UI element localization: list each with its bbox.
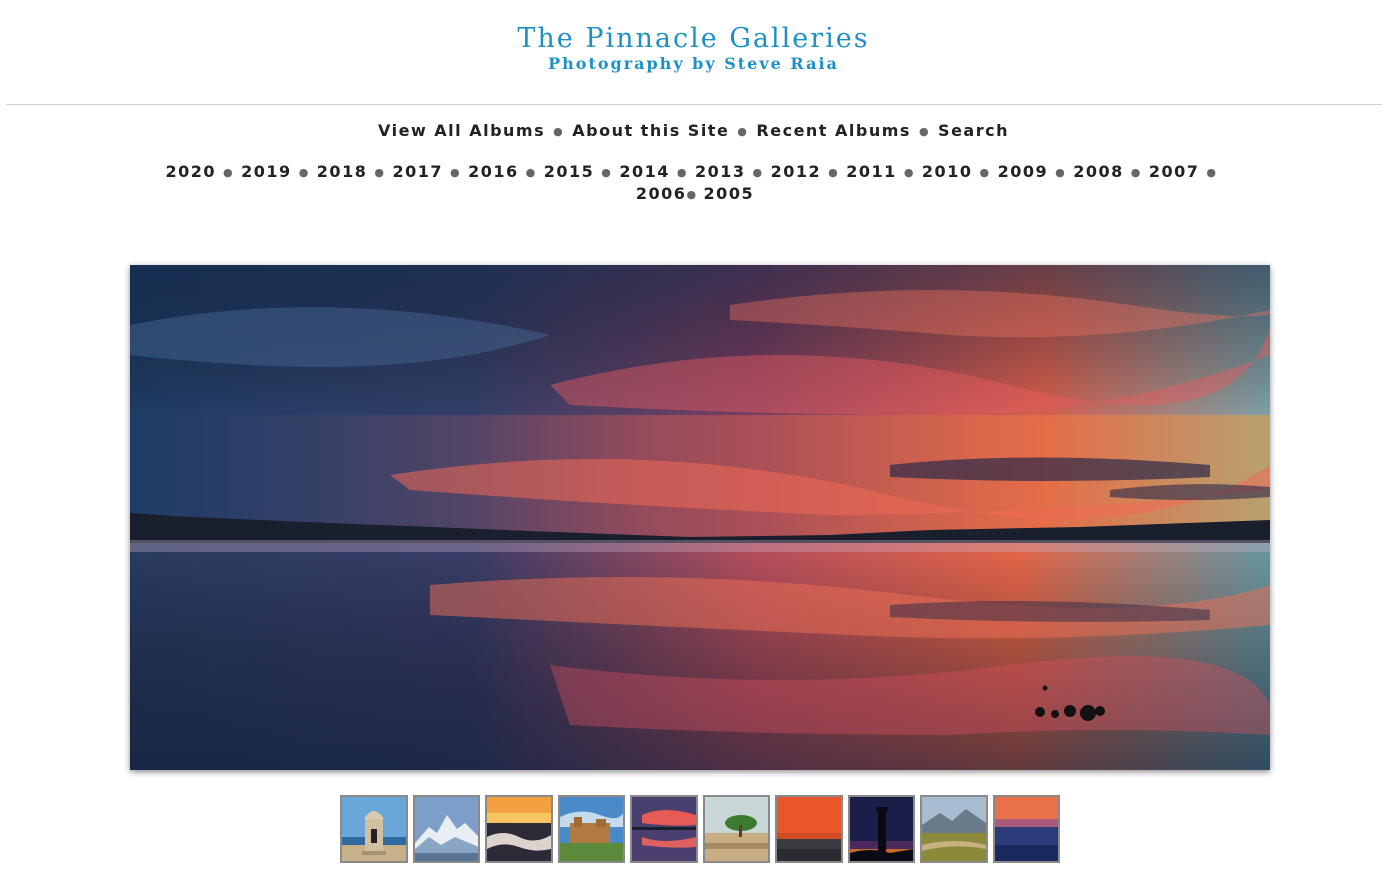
year-separator: ●	[903, 166, 915, 179]
year-link-2005[interactable]: 2005	[704, 184, 755, 203]
site-title[interactable]: The Pinnacle Galleries	[0, 24, 1387, 54]
castle-ruins-photo-icon	[559, 797, 624, 861]
year-link-2010[interactable]: 2010	[922, 162, 973, 181]
year-link-2020[interactable]: 2020	[166, 162, 217, 181]
thumbnail[interactable]	[920, 795, 988, 863]
year-link-2012[interactable]: 2012	[771, 162, 822, 181]
site-subtitle: Photography by Steve Raia	[548, 54, 839, 73]
nav-view-all-albums[interactable]: View All Albums	[378, 121, 545, 140]
year-nav: 2020 ● 2019 ● 2018 ● 2017 ● 2016 ● 2015 ● 2014 ● 2013 ●…	[150, 161, 1240, 205]
year-separator: ●	[298, 166, 310, 179]
sentry-box-photo-icon	[342, 797, 406, 861]
dusk-horizon-photo-icon	[994, 797, 1059, 861]
year-link-2013[interactable]: 2013	[695, 162, 746, 181]
main-nav: View All Albums ● About this Site ● Recent A…	[0, 121, 1387, 140]
year-separator: ●	[223, 166, 235, 179]
year-link-2016[interactable]: 2016	[468, 162, 519, 181]
year-link-2014[interactable]: 2014	[619, 162, 670, 181]
hero-image[interactable]	[130, 265, 1270, 770]
year-separator: ●	[686, 188, 698, 201]
nav-recent-albums[interactable]: Recent Albums	[756, 121, 911, 140]
nav-about-this-site[interactable]: About this Site	[572, 121, 729, 140]
thumbnail[interactable]	[557, 795, 625, 863]
thumbnail[interactable]	[340, 795, 408, 863]
sunset-lake-photo-icon	[130, 265, 1270, 770]
year-separator: ●	[1206, 166, 1218, 179]
orange-sunset-photo-icon	[777, 797, 841, 861]
year-link-2007[interactable]: 2007	[1149, 162, 1200, 181]
mountain-meadow-photo-icon	[922, 797, 986, 861]
thumbnail[interactable]	[847, 795, 915, 863]
nav-separator: ●	[737, 125, 749, 138]
thumbnail-strip	[340, 795, 1060, 863]
year-link-2017[interactable]: 2017	[392, 162, 443, 181]
header-divider	[6, 104, 1382, 105]
thumbnail[interactable]	[992, 795, 1060, 863]
year-separator: ●	[752, 166, 764, 179]
lighthouse-night-photo-icon	[849, 797, 914, 861]
beach-tree-photo-icon	[704, 797, 769, 861]
nav-separator: ●	[918, 125, 931, 138]
thumbnail[interactable]	[775, 795, 843, 863]
year-link-2011[interactable]: 2011	[846, 162, 897, 181]
year-separator: ●	[676, 166, 688, 179]
thumbnail[interactable]	[702, 795, 770, 863]
year-separator: ●	[979, 166, 991, 179]
year-link-2006[interactable]: 2006	[636, 184, 687, 203]
year-link-2015[interactable]: 2015	[544, 162, 595, 181]
thumbnail[interactable]	[412, 795, 480, 863]
thumbnail[interactable]	[485, 795, 553, 863]
sunset-reflection-photo-icon	[632, 797, 696, 861]
site-header: The Pinnacle Galleries Photography by St…	[0, 0, 1387, 80]
year-separator: ●	[374, 166, 386, 179]
thumbnail[interactable]	[630, 795, 698, 863]
nav-search[interactable]: Search	[938, 121, 1009, 140]
year-link-2009[interactable]: 2009	[998, 162, 1049, 181]
year-separator: ●	[525, 166, 537, 179]
clouds-sunrise-photo-icon	[487, 797, 551, 861]
year-separator: ●	[449, 166, 462, 179]
year-separator: ●	[1130, 166, 1142, 179]
nav-separator: ●	[553, 125, 565, 138]
year-link-2018[interactable]: 2018	[317, 162, 368, 181]
snowy-mountains-photo-icon	[414, 797, 479, 861]
year-separator: ●	[828, 166, 840, 179]
year-separator: ●	[1055, 166, 1067, 179]
year-link-2019[interactable]: 2019	[241, 162, 292, 181]
year-separator: ●	[601, 166, 613, 179]
year-link-2008[interactable]: 2008	[1073, 162, 1124, 181]
